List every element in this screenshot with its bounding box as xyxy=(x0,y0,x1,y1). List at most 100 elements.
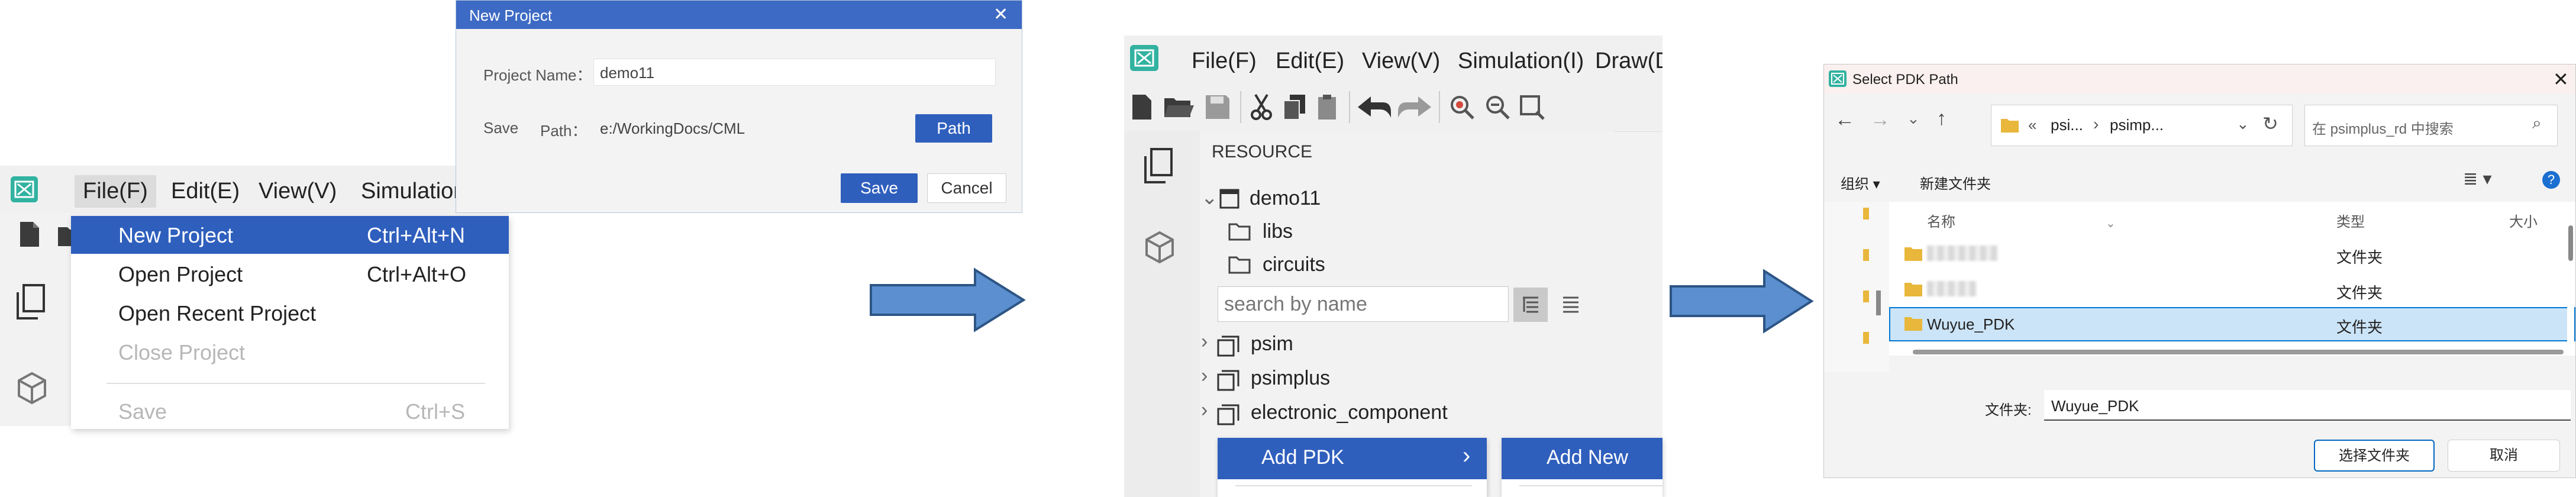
chevron-right-icon[interactable]: › xyxy=(1201,399,1208,422)
up-icon[interactable]: ↑ xyxy=(1936,107,1946,130)
library-icon xyxy=(1216,335,1240,357)
save-icon[interactable] xyxy=(1203,93,1232,121)
tree-item-circuits[interactable]: circuits xyxy=(1263,253,1325,276)
files-icon[interactable] xyxy=(13,283,49,322)
folder-icon[interactable] xyxy=(1863,249,1869,261)
address-bar[interactable]: « psi... › psimp... ⌄ ↻ xyxy=(1991,105,2293,146)
breadcrumb-item[interactable]: psimp... xyxy=(2110,116,2164,134)
context-menu: Add PDK › xyxy=(1218,438,1487,497)
folder-icon[interactable] xyxy=(1863,208,1869,220)
folder-input-value: Wuyue_PDK xyxy=(2051,397,2139,415)
menu-edit[interactable]: Edit(E) xyxy=(1267,45,1352,78)
search-icon: ⌕ xyxy=(2532,114,2542,132)
tree-item-psimplus[interactable]: psimplus xyxy=(1251,367,1330,390)
folder-icon xyxy=(1903,246,1923,262)
search-input[interactable]: 在 psimplus_rd 中搜索 ⌕ xyxy=(2304,105,2558,146)
save-button[interactable]: Save xyxy=(841,173,918,203)
search-input[interactable]: search by name xyxy=(1218,286,1509,322)
app-logo-icon xyxy=(1829,70,1847,87)
folder-icon xyxy=(1903,315,1923,332)
tree-item-electronic-component[interactable]: electronic_component xyxy=(1251,401,1448,424)
chevron-down-icon[interactable]: ⌄ xyxy=(1907,109,1920,128)
files-icon[interactable] xyxy=(1141,147,1176,186)
fit-view-icon[interactable] xyxy=(1518,93,1545,121)
back-icon[interactable]: ← xyxy=(1835,108,1855,131)
library-icon xyxy=(1216,404,1240,426)
nav-scrollbar[interactable] xyxy=(1876,291,1881,315)
menu-view[interactable]: View(V) xyxy=(1354,45,1448,78)
project-icon xyxy=(1219,188,1240,209)
cube-icon[interactable] xyxy=(1143,230,1176,265)
file-row[interactable]: 文件夹 xyxy=(1889,273,2575,307)
chevron-right-icon[interactable]: › xyxy=(1201,330,1208,353)
menu-divider xyxy=(1235,485,1472,486)
tree-view-icon[interactable] xyxy=(1513,288,1548,322)
new-folder-button[interactable]: 新建文件夹 xyxy=(1920,172,1991,193)
chevron-right-icon[interactable]: › xyxy=(1201,364,1208,388)
open-folder-icon[interactable] xyxy=(1163,95,1195,120)
menu-draw[interactable]: Draw(D xyxy=(1587,45,1663,78)
horizontal-scrollbar[interactable] xyxy=(1913,350,2564,354)
file-name: Wuyue_PDK xyxy=(1927,315,2015,333)
breadcrumb-separator: › xyxy=(2093,115,2099,133)
menu-item-open-recent[interactable]: Open Recent Project xyxy=(71,294,509,332)
arrow-right-icon xyxy=(870,267,1026,333)
refresh-icon[interactable]: ↻ xyxy=(2262,112,2278,135)
paste-icon[interactable] xyxy=(1315,92,1341,122)
menu-item-add-new[interactable]: Add New xyxy=(1502,438,1663,479)
arrow-right-icon xyxy=(1670,269,1814,334)
select-folder-button[interactable]: 选择文件夹 xyxy=(2314,440,2435,472)
file-row[interactable]: 文件夹 xyxy=(1889,237,2575,272)
forward-icon[interactable]: → xyxy=(1870,108,1890,131)
menu-view[interactable]: View(V) xyxy=(250,175,345,208)
new-file-icon[interactable] xyxy=(1129,92,1155,122)
column-size[interactable]: 大小 xyxy=(2509,210,2538,231)
tree-item-demo11[interactable]: demo11 xyxy=(1250,187,1321,210)
menu-item-add-pdk[interactable]: Add PDK › xyxy=(1218,438,1487,479)
close-icon[interactable]: ✕ xyxy=(993,4,1008,25)
cancel-button[interactable]: 取消 xyxy=(2448,440,2560,472)
project-name-input[interactable]: demo11 xyxy=(593,59,996,86)
menu-item-open-project[interactable]: Open Project Ctrl+Alt+O xyxy=(71,255,509,293)
view-options-icon[interactable]: ≣ ▾ xyxy=(2463,169,2492,189)
file-name-redacted xyxy=(1927,246,1998,265)
tree-item-libs[interactable]: libs xyxy=(1263,220,1293,243)
folder-icon[interactable] xyxy=(1863,291,1869,302)
breadcrumb-overflow[interactable]: « xyxy=(2028,116,2036,134)
close-icon[interactable]: ✕ xyxy=(2553,68,2569,91)
path-input[interactable]: e:/WorkingDocs/CML xyxy=(593,114,896,141)
cancel-button[interactable]: Cancel xyxy=(927,173,1006,203)
file-row-selected[interactable]: Wuyue_PDK 文件夹 xyxy=(1889,307,2575,341)
menu-file[interactable]: File(F) xyxy=(75,175,156,208)
chevron-down-icon[interactable]: ⌄ xyxy=(1201,186,1218,209)
zoom-out-icon[interactable] xyxy=(1484,93,1511,121)
scrollbar-thumb[interactable] xyxy=(2568,225,2573,261)
menu-edit[interactable]: Edit(E) xyxy=(163,175,248,208)
navigation-pane xyxy=(1824,202,1889,379)
vertical-scrollbar[interactable] xyxy=(2567,202,2574,356)
folder-input[interactable]: Wuyue_PDK xyxy=(2044,390,2571,421)
redo-icon[interactable] xyxy=(1396,95,1433,120)
organize-button[interactable]: 组织 ▾ xyxy=(1841,172,1880,193)
menu-simulation[interactable]: Simulation(I) xyxy=(1450,45,1592,78)
zoom-in-icon[interactable] xyxy=(1448,93,1476,121)
undo-icon[interactable] xyxy=(1356,95,1393,120)
menu-file[interactable]: File(F) xyxy=(1183,45,1265,78)
column-name[interactable]: 名称 xyxy=(1927,210,1955,231)
dialog-titlebar: Select PDK Path ✕ xyxy=(1824,64,2575,94)
tree-item-psim[interactable]: psim xyxy=(1251,333,1293,356)
help-icon[interactable]: ? xyxy=(2542,171,2560,189)
column-type[interactable]: 类型 xyxy=(2336,210,2365,231)
chevron-down-icon[interactable]: ⌄ xyxy=(2236,115,2249,133)
list-view-icon[interactable] xyxy=(1554,288,1588,322)
copy-icon[interactable] xyxy=(1281,92,1308,122)
cut-icon[interactable] xyxy=(1248,92,1274,122)
menu-item-label: Add PDK xyxy=(1261,446,1344,469)
folder-label: 文件夹: xyxy=(1985,402,2032,418)
path-button[interactable]: Path xyxy=(915,114,992,143)
menu-item-new-project[interactable]: New Project Ctrl+Alt+N xyxy=(71,216,509,254)
folder-icon[interactable] xyxy=(1863,332,1869,344)
cube-icon[interactable] xyxy=(15,370,49,406)
breadcrumb-item[interactable]: psi... xyxy=(2051,116,2083,134)
new-file-icon[interactable] xyxy=(17,220,43,248)
